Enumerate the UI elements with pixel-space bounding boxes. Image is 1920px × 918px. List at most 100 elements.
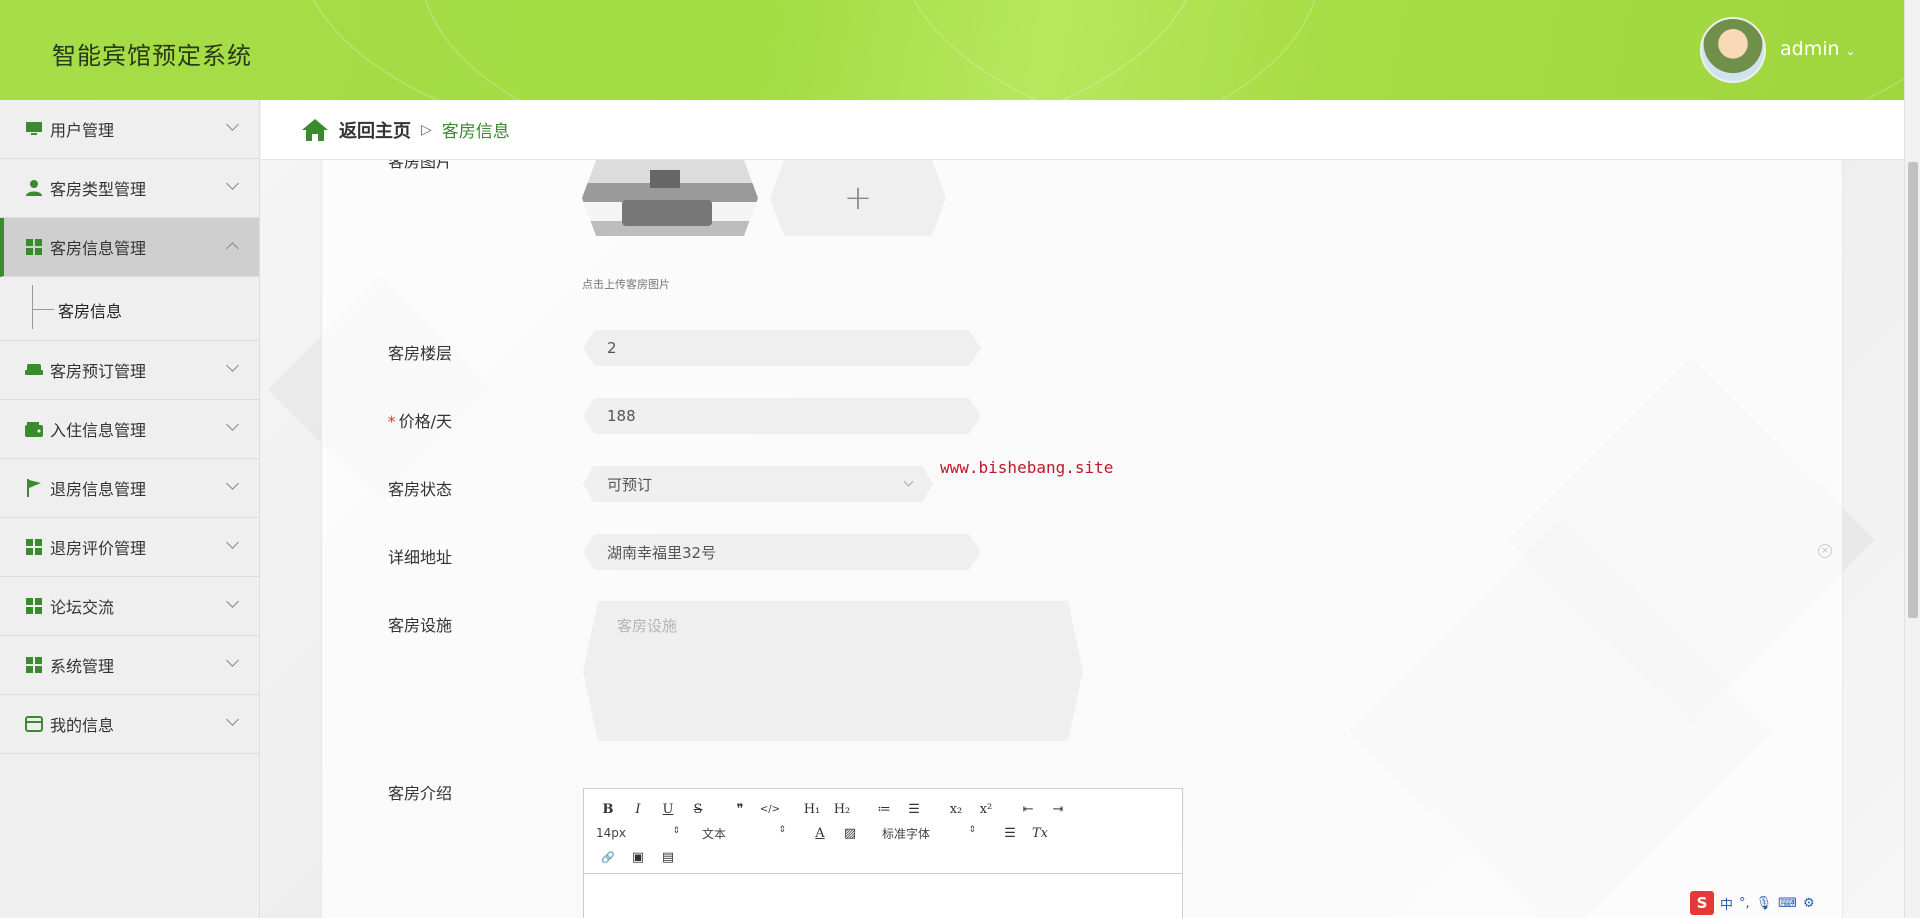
flag-icon	[24, 478, 44, 498]
ordered-list-button[interactable]: ≔	[872, 802, 896, 817]
sidebar-item-checkout[interactable]: 退房信息管理	[0, 459, 259, 518]
code-button[interactable]: </>	[758, 804, 782, 815]
image-label: 客房图片	[387, 160, 452, 171]
rich-text-editor: B I U S ❞ </> H₁ H₂ ≔ ☰ x₂ x² ⇤ ⇥ 14px ⇕	[583, 788, 1183, 918]
background-color-icon[interactable]: ▨	[838, 826, 862, 841]
indent-button[interactable]: ⇥	[1046, 802, 1070, 817]
sidebar-item-checkout-review[interactable]: 退房评价管理	[0, 518, 259, 577]
sidebar-item-label: 客房类型管理	[50, 180, 147, 199]
home-icon[interactable]	[301, 118, 329, 142]
sidebar-item-booking[interactable]: 客房预订管理	[0, 341, 259, 400]
grid-icon	[24, 537, 44, 557]
blockquote-button[interactable]: ❞	[728, 802, 752, 817]
address-input[interactable]: 湖南幸福里32号	[583, 534, 981, 570]
tree-line	[32, 285, 33, 329]
breadcrumb: 返回主页 ▷ 客房信息	[261, 100, 1904, 160]
subscript-button[interactable]: x₂	[944, 802, 968, 817]
ime-mode[interactable]: 中	[1720, 894, 1733, 913]
link-icon[interactable]: 🔗	[596, 851, 620, 864]
sidebar-item-label: 我的信息	[50, 716, 115, 735]
chevron-down-icon	[226, 118, 239, 131]
breadcrumb-home-link[interactable]: 返回主页	[339, 117, 411, 143]
scrollbar-thumb[interactable]	[1908, 162, 1918, 618]
price-label: * 价格/天	[312, 408, 452, 432]
upload-hint: 点击上传客房图片	[582, 278, 670, 291]
card-icon	[24, 714, 44, 734]
grid-icon	[24, 596, 44, 616]
text-type-value: 文本	[702, 826, 727, 841]
keyboard-icon[interactable]: ⌨	[1778, 896, 1797, 911]
status-select[interactable]: 可预订	[583, 466, 933, 502]
thumbnail-picture	[650, 170, 680, 188]
chevron-down-icon	[226, 418, 239, 431]
watermark: www.bishebang.site	[940, 458, 1114, 477]
tools-icon[interactable]: ⚙	[1803, 896, 1815, 911]
submenu-label: 客房信息	[58, 302, 123, 321]
top-header: 智能宾馆预定系统 admin ⌄	[0, 0, 1904, 100]
breadcrumb-separator: ▷	[421, 121, 432, 138]
price-input[interactable]: 188	[583, 398, 981, 434]
username: admin	[1780, 38, 1840, 60]
main-content: 客房图片 + 点击上传客房图片 客房楼层 2 * 价格/天 188 客房状态 可预…	[261, 160, 1904, 918]
sidebar-submenu-room-info[interactable]: 客房信息	[0, 277, 259, 341]
avatar[interactable]	[1700, 17, 1766, 83]
floor-input[interactable]: 2	[583, 330, 981, 366]
chevron-down-icon	[226, 713, 239, 726]
user-icon	[24, 178, 44, 198]
sidebar-item-label: 系统管理	[50, 657, 115, 676]
superscript-button[interactable]: x²	[974, 802, 998, 817]
sidebar-item-checkin[interactable]: 入住信息管理	[0, 400, 259, 459]
sidebar-item-room-info[interactable]: 客房信息管理	[0, 218, 259, 277]
chevron-down-icon	[226, 654, 239, 667]
bullet-list-button[interactable]: ☰	[902, 802, 926, 817]
font-size-select[interactable]: 14px ⇕	[596, 826, 680, 840]
strike-button[interactable]: S	[686, 802, 710, 817]
italic-button[interactable]: I	[626, 802, 650, 817]
h2-button[interactable]: H₂	[830, 802, 854, 817]
sidebar-item-room-types[interactable]: 客房类型管理	[0, 159, 259, 218]
align-icon[interactable]: ☰	[998, 826, 1022, 841]
breadcrumb-current: 客房信息	[441, 122, 510, 142]
ime-tray: S 中 °, 🎙 ⌨ ⚙	[1690, 890, 1815, 916]
bold-button[interactable]: B	[596, 802, 620, 817]
toolbar-row: B I U S ❞ </> H₁ H₂ ≔ ☰ x₂ x² ⇤ ⇥	[596, 797, 1172, 821]
user-menu[interactable]: admin ⌄	[1780, 38, 1856, 60]
sidebar-item-users[interactable]: 用户管理	[0, 100, 259, 159]
room-image-thumbnail[interactable]	[582, 160, 758, 236]
chevron-down-icon	[226, 595, 239, 608]
sidebar-item-my-info[interactable]: 我的信息	[0, 695, 259, 754]
plus-icon: +	[843, 178, 873, 218]
chevron-down-icon	[226, 477, 239, 490]
punctuation-icon[interactable]: °,	[1739, 896, 1750, 911]
sidebar: 用户管理 客房类型管理 客房信息管理 客房信息 客房预订管理 入住信息管理 退房…	[0, 100, 260, 918]
chevron-down-icon	[226, 177, 239, 190]
video-icon[interactable]: ▤	[656, 850, 680, 865]
sidebar-item-forum[interactable]: 论坛交流	[0, 577, 259, 636]
intro-label: 客房介绍	[387, 784, 452, 803]
font-family-select[interactable]: 标准字体 ⇕	[882, 825, 976, 842]
form-card: 客房图片 + 点击上传客房图片 客房楼层 2 * 价格/天 188 客房状态 可预…	[321, 160, 1843, 918]
h1-button[interactable]: H₁	[800, 802, 824, 817]
add-image-button[interactable]: +	[770, 160, 946, 236]
text-type-select[interactable]: 文本 ⇕	[702, 825, 786, 842]
facilities-textarea[interactable]: 客房设施	[583, 601, 1083, 741]
app-title: 智能宾馆预定系统	[52, 42, 252, 70]
outdent-button[interactable]: ⇤	[1016, 802, 1040, 817]
chevron-up-icon	[226, 242, 239, 255]
font-size-value: 14px	[596, 826, 626, 840]
updown-icon: ⇕	[778, 824, 786, 835]
clear-format-icon[interactable]: Tx	[1028, 826, 1052, 841]
image-icon[interactable]: ▣	[626, 850, 650, 865]
toolbar-row: 14px ⇕ 文本 ⇕ A ▨ 标准字体 ⇕ ☰ Tx	[596, 821, 1172, 845]
clear-icon[interactable]: ×	[1818, 544, 1832, 558]
font-family-value: 标准字体	[882, 826, 931, 841]
chevron-down-icon: ⌄	[1845, 44, 1856, 58]
sogou-icon[interactable]: S	[1690, 891, 1714, 915]
page-scrollbar[interactable]	[1904, 0, 1920, 918]
microphone-icon[interactable]: 🎙	[1756, 896, 1773, 911]
sidebar-item-label: 用户管理	[50, 121, 115, 140]
font-color-icon[interactable]: A	[808, 826, 832, 841]
sidebar-item-system[interactable]: 系统管理	[0, 636, 259, 695]
underline-button[interactable]: U	[656, 802, 680, 817]
editor-toolbar: B I U S ❞ </> H₁ H₂ ≔ ☰ x₂ x² ⇤ ⇥ 14px ⇕	[584, 789, 1182, 874]
